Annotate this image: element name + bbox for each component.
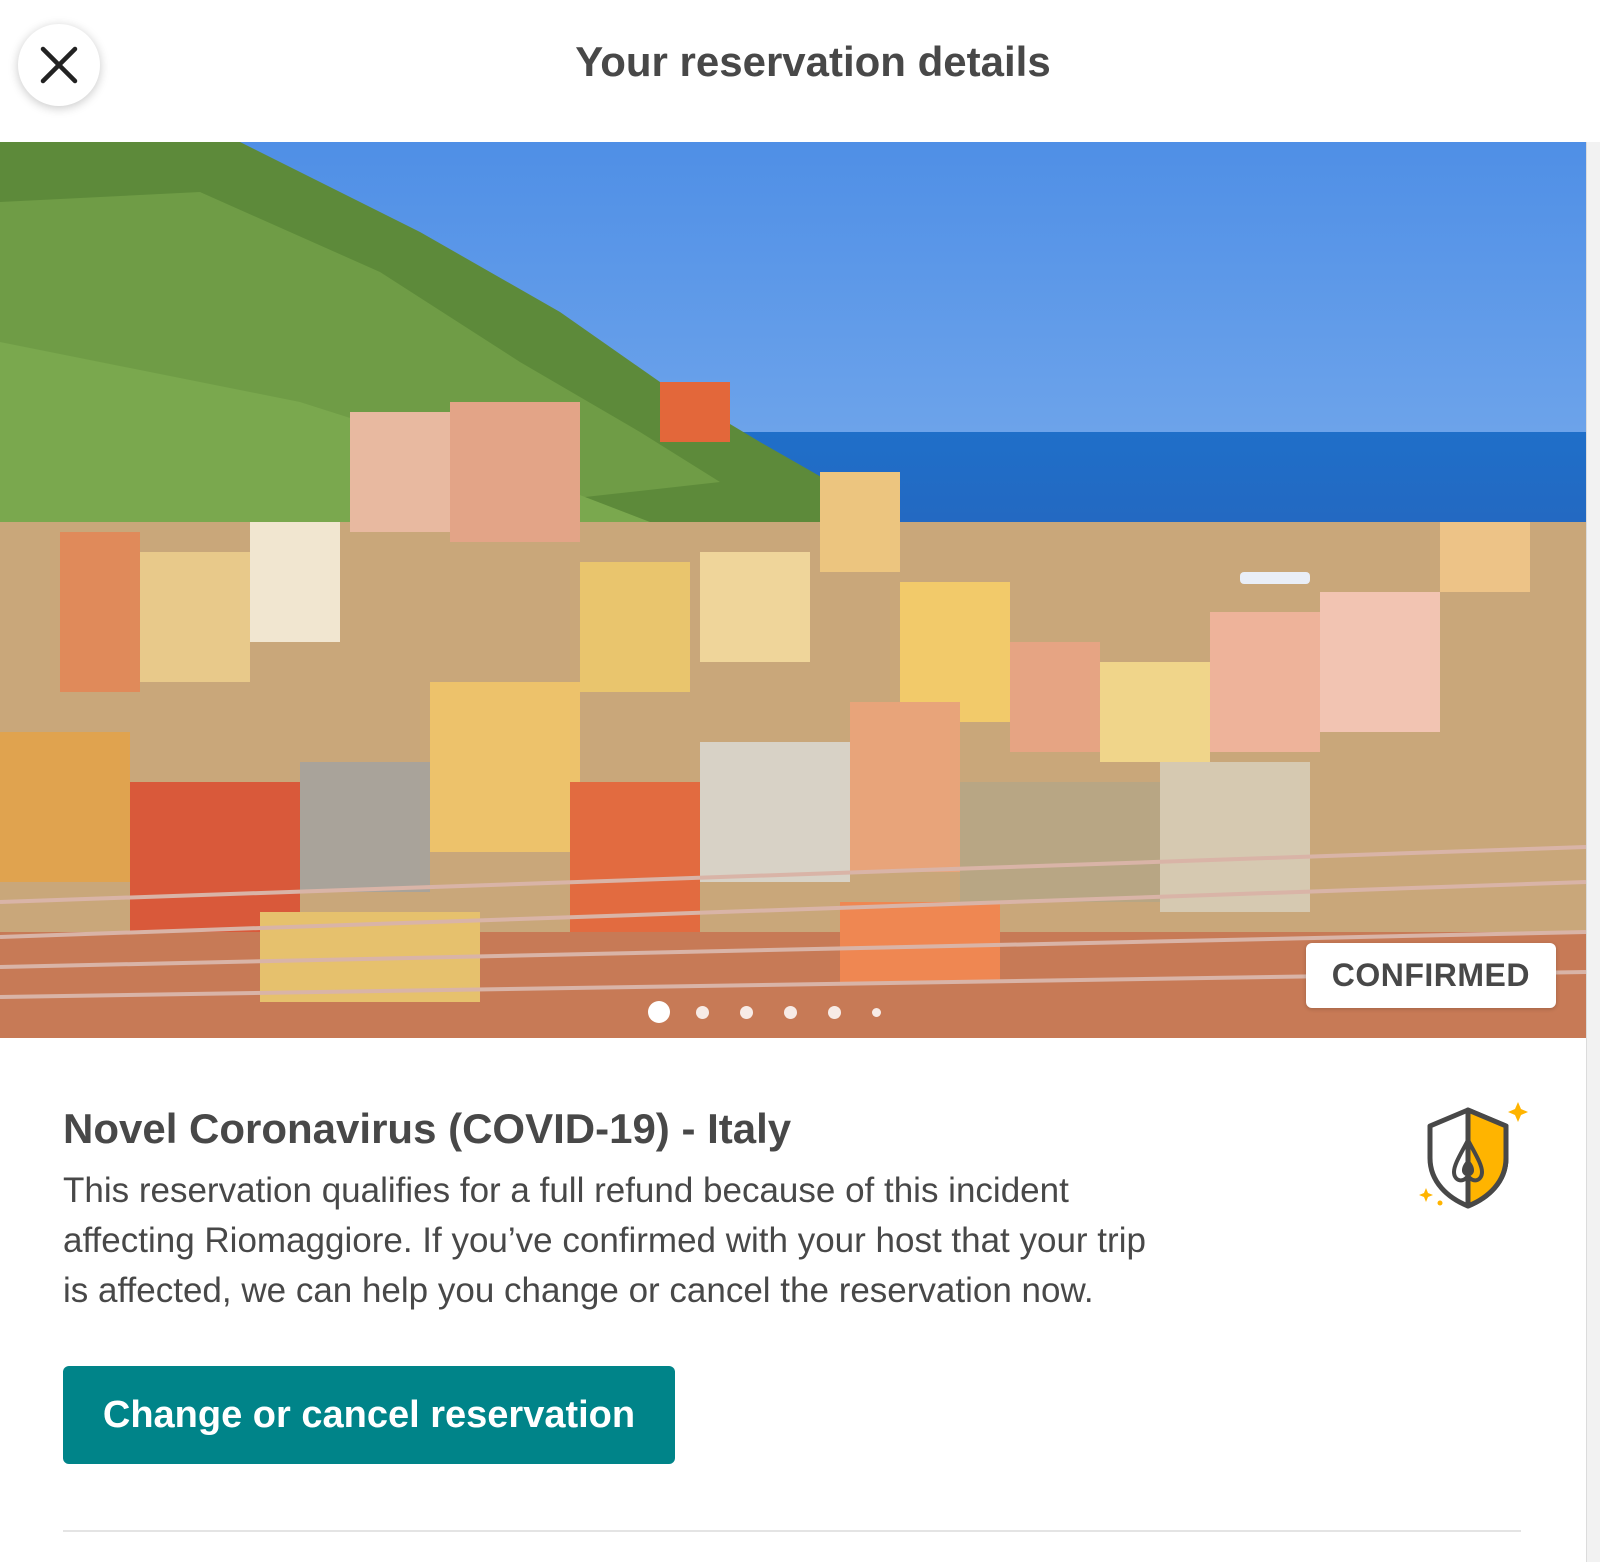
- carousel-dot[interactable]: [828, 1005, 841, 1019]
- status-badge: CONFIRMED: [1305, 943, 1556, 1008]
- notice-line: This reservation qualifies for a full re…: [63, 1171, 1069, 1210]
- reservation-details-page: Your reservation details CONFIRMED Novel…: [0, 0, 1600, 1562]
- carousel-dot[interactable]: [740, 1005, 753, 1019]
- divider: [63, 1530, 1521, 1532]
- notice-line: affecting Riomaggiore. If you’ve confirm…: [63, 1221, 1146, 1260]
- notice-line: is affected, we can help you change or c…: [63, 1271, 1094, 1310]
- change-or-cancel-button[interactable]: Change or cancel reservation: [63, 1366, 675, 1464]
- carousel-dot[interactable]: [648, 1001, 670, 1023]
- listing-photo[interactable]: CONFIRMED: [0, 142, 1586, 1038]
- hero-image: [0, 142, 1586, 1038]
- page-title: Your reservation details: [575, 38, 1051, 85]
- shield-icon: [1419, 1102, 1528, 1209]
- carousel-indicators: [648, 997, 913, 1027]
- notice-body: This reservation qualifies for a full re…: [63, 1166, 1333, 1316]
- carousel-dot[interactable]: [696, 1005, 709, 1019]
- carousel-dot[interactable]: [872, 1007, 881, 1017]
- notice-title: Novel Coronavirus (COVID-19) - Italy: [63, 1105, 792, 1152]
- carousel-dot[interactable]: [784, 1005, 797, 1019]
- header: Your reservation details: [0, 0, 1600, 142]
- scrollbar-track[interactable]: [1586, 142, 1600, 1562]
